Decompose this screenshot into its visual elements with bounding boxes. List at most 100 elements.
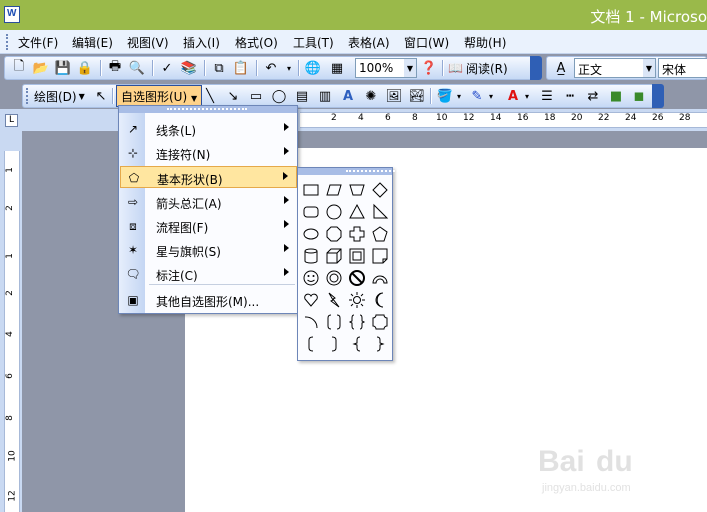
shape-block-arc-icon[interactable] <box>369 267 391 289</box>
drawing-toolbar-grip[interactable] <box>26 88 29 104</box>
fill-color-icon[interactable]: 🪣 <box>436 87 454 105</box>
3d-style-icon[interactable]: ◼ <box>630 87 648 105</box>
rectangle-icon[interactable]: ▭ <box>247 87 265 105</box>
shape-cube-icon[interactable] <box>323 245 345 267</box>
menu-item-more-autoshapes[interactable]: ▣ 其他自选图形(M)... <box>120 289 297 311</box>
menu-format[interactable]: 格式(O) <box>233 33 280 52</box>
save-icon[interactable]: 💾 <box>54 59 72 77</box>
menu-file[interactable]: 文件(F) <box>16 33 60 52</box>
shape-left-brace-icon[interactable] <box>346 333 368 355</box>
font-color-icon[interactable]: A <box>504 87 522 105</box>
menu-help[interactable]: 帮助(H) <box>462 33 508 52</box>
line-color-icon[interactable]: ✎ <box>468 87 486 105</box>
menubar-grip[interactable] <box>6 34 9 50</box>
submenu-drag-handle[interactable] <box>298 168 426 175</box>
shape-sun-icon[interactable] <box>346 289 368 311</box>
shape-can-icon[interactable] <box>300 245 322 267</box>
shape-left-bracket-icon[interactable] <box>300 333 322 355</box>
menu-table[interactable]: 表格(A) <box>346 33 392 52</box>
hyperlink-icon[interactable]: 🌐 <box>304 59 322 77</box>
shape-plaque-icon[interactable] <box>369 311 391 333</box>
text-box-icon[interactable]: ▤ <box>293 87 311 105</box>
shape-double-bracket-icon[interactable] <box>323 311 345 333</box>
menu-window[interactable]: 窗口(W) <box>402 33 451 52</box>
insert-table-icon[interactable]: ▦ <box>328 59 346 77</box>
menu-item-lines[interactable]: ↗ 线条(L) <box>120 118 297 140</box>
undo-dropdown-icon[interactable]: ▾ <box>284 59 294 77</box>
horizontal-ruler[interactable]: L 2 4 6 8 10 12 14 16 18 20 22 24 26 28 <box>0 109 707 131</box>
vertical-text-box-icon[interactable]: ▥ <box>316 87 334 105</box>
menu-item-stars-banners[interactable]: ✶ 星与旗帜(S) <box>120 239 297 261</box>
copy-icon[interactable]: ⧉ <box>210 59 228 77</box>
shape-octagon-icon[interactable] <box>323 223 345 245</box>
paste-icon[interactable]: 📋 <box>232 59 250 77</box>
shape-right-brace-icon[interactable] <box>369 333 391 355</box>
shape-lightning-icon[interactable] <box>323 289 345 311</box>
shape-bevel-icon[interactable] <box>346 245 368 267</box>
shape-moon-icon[interactable] <box>369 289 391 311</box>
shape-circle-icon[interactable] <box>323 201 345 223</box>
shape-heart-icon[interactable] <box>300 289 322 311</box>
help-icon[interactable]: ❓ <box>420 59 438 77</box>
clipart-icon[interactable]: 🖼 <box>385 87 403 105</box>
menu-item-basic-shapes[interactable]: ⬠ 基本形状(B) <box>120 166 297 188</box>
shape-rounded-rectangle-icon[interactable] <box>300 201 322 223</box>
shape-pentagon-icon[interactable] <box>369 223 391 245</box>
menu-edit[interactable]: 编辑(E) <box>70 33 115 52</box>
shape-no-symbol-icon[interactable] <box>346 267 368 289</box>
menu-item-connectors[interactable]: ⊹ 连接符(N) <box>120 142 297 164</box>
undo-icon[interactable]: ↶ <box>262 59 280 77</box>
read-mode-button[interactable]: 📖 阅读(R) <box>448 59 512 77</box>
font-color-dropdown-icon[interactable]: ▾ <box>522 87 532 105</box>
line-icon[interactable]: ╲ <box>201 87 219 105</box>
insert-picture-icon[interactable]: 🏞 <box>408 87 426 105</box>
diagram-icon[interactable]: ✺ <box>362 87 380 105</box>
drawing-toolbar-options-icon[interactable] <box>652 84 664 108</box>
line-color-dropdown-icon[interactable]: ▾ <box>486 87 496 105</box>
print-icon[interactable]: 🖶 <box>106 59 124 77</box>
autoshapes-button[interactable]: 自选图形(U) ▼ <box>116 85 203 107</box>
style-dropdown-icon[interactable]: ▼ <box>643 59 655 77</box>
shape-rectangle-icon[interactable] <box>300 179 322 201</box>
permission-icon[interactable]: 🔒 <box>76 59 94 77</box>
line-style-icon[interactable]: ☰ <box>538 87 556 105</box>
toolbar-options-icon[interactable] <box>530 56 542 80</box>
shape-donut-icon[interactable] <box>323 267 345 289</box>
arrow-style-icon[interactable]: ⇄ <box>584 87 602 105</box>
tab-selector-icon[interactable]: L <box>5 114 18 127</box>
shadow-style-icon[interactable]: ■ <box>607 87 625 105</box>
fill-color-dropdown-icon[interactable]: ▾ <box>454 87 464 105</box>
styles-formatting-icon[interactable]: A̲ <box>552 59 570 77</box>
draw-menu-button[interactable]: 绘图(D) ▼ <box>34 87 90 105</box>
shape-diamond-icon[interactable] <box>369 179 391 201</box>
shape-right-bracket-icon[interactable] <box>323 333 345 355</box>
research-icon[interactable]: 📚 <box>180 59 198 77</box>
shape-parallelogram-icon[interactable] <box>323 179 345 201</box>
menu-item-callouts[interactable]: 🗨 标注(C) <box>120 263 297 285</box>
select-objects-icon[interactable]: ↖ <box>92 87 110 105</box>
word-app-icon[interactable] <box>4 6 20 23</box>
menu-tools[interactable]: 工具(T) <box>291 33 336 52</box>
arrow-icon[interactable]: ↘ <box>224 87 242 105</box>
menu-item-flowchart[interactable]: ⧈ 流程图(F) <box>120 215 297 237</box>
font-select[interactable]: 宋体 <box>658 58 707 78</box>
dash-style-icon[interactable]: ┅ <box>561 87 579 105</box>
style-select[interactable]: 正文 ▼ <box>574 58 656 78</box>
wordart-icon[interactable]: A <box>339 87 357 105</box>
shape-folded-corner-icon[interactable] <box>369 245 391 267</box>
menu-insert[interactable]: 插入(I) <box>181 33 222 52</box>
shape-triangle-icon[interactable] <box>346 201 368 223</box>
shape-double-brace-icon[interactable] <box>346 311 368 333</box>
menu-view[interactable]: 视图(V) <box>125 33 171 52</box>
shape-arc-icon[interactable] <box>300 311 322 333</box>
open-folder-icon[interactable]: 📂 <box>32 59 50 77</box>
zoom-dropdown-icon[interactable]: ▼ <box>404 59 416 77</box>
shape-oval-icon[interactable] <box>300 223 322 245</box>
shape-smiley-icon[interactable] <box>300 267 322 289</box>
new-document-icon[interactable]: 🗋 <box>10 59 28 77</box>
zoom-select[interactable]: 100% ▼ <box>355 58 417 78</box>
print-preview-icon[interactable]: 🔍 <box>128 59 146 77</box>
menu-item-block-arrows[interactable]: ⇨ 箭头总汇(A) <box>120 191 297 213</box>
spelling-icon[interactable]: ✓ <box>158 59 176 77</box>
shape-trapezoid-icon[interactable] <box>346 179 368 201</box>
